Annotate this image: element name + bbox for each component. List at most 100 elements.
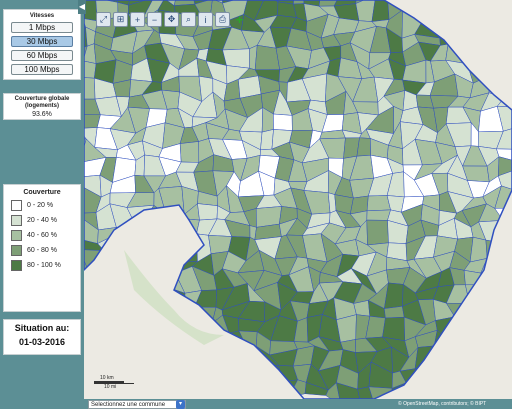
commune-polygon[interactable] [160,332,179,359]
commune-polygon[interactable] [467,349,489,370]
commune-polygon[interactable] [134,235,148,258]
commune-polygon[interactable] [454,0,468,20]
commune-polygon[interactable] [413,0,438,17]
commune-polygon[interactable] [232,345,251,372]
commune-polygon[interactable] [141,222,160,247]
commune-polygon[interactable] [500,251,511,274]
commune-polygon[interactable] [189,362,217,391]
commune-polygon[interactable] [493,13,512,38]
commune-polygon[interactable] [430,380,457,399]
commune-polygon[interactable] [128,348,148,375]
speed-option-button[interactable]: 30 Mbps [11,36,73,47]
commune-polygon[interactable] [486,13,497,34]
commune-polygon[interactable] [433,345,455,369]
commune-polygon[interactable] [161,377,181,399]
map-canvas[interactable] [84,0,512,399]
commune-polygon[interactable] [110,234,137,258]
commune-polygon[interactable] [480,272,502,290]
commune-polygon[interactable] [484,0,499,19]
commune-polygon[interactable] [274,379,299,399]
commune-polygon[interactable] [254,381,283,399]
commune-polygon[interactable] [84,60,97,79]
commune-polygon[interactable] [196,347,216,372]
commune-polygon[interactable] [84,281,89,311]
commune-polygon[interactable] [498,386,512,396]
commune-polygon[interactable] [206,366,235,391]
commune-polygon[interactable] [84,249,105,275]
commune-polygon[interactable] [405,382,423,399]
commune-polygon[interactable] [94,346,120,371]
commune-polygon[interactable] [84,76,96,100]
commune-polygon[interactable] [462,0,489,19]
speed-option-button[interactable]: 60 Mbps [11,50,73,61]
commune-polygon[interactable] [110,305,132,326]
commune-polygon[interactable] [481,31,504,54]
commune-polygon[interactable] [461,366,482,389]
search-icon[interactable]: ⌕ [181,12,196,27]
commune-polygon[interactable] [132,330,151,352]
commune-polygon[interactable] [446,336,472,357]
commune-polygon[interactable] [429,361,457,389]
commune-polygon[interactable] [494,334,512,357]
commune-polygon[interactable] [447,27,466,46]
commune-polygon[interactable] [494,354,512,370]
commune-polygon[interactable] [146,332,169,352]
zoom-in-icon[interactable]: + [130,12,145,27]
commune-polygon[interactable] [243,383,261,399]
commune-polygon[interactable] [84,268,91,293]
commune-polygon[interactable] [420,387,433,399]
zoom-extent-icon[interactable]: ⤢ [96,12,111,27]
commune-polygon[interactable] [167,365,182,384]
commune-polygon[interactable] [158,217,181,244]
commune-polygon[interactable] [84,351,88,371]
commune-polygon[interactable] [114,346,134,375]
add-icon[interactable]: + [232,12,247,27]
commune-polygon[interactable] [501,219,512,244]
zoom-box-icon[interactable]: ⊞ [113,12,128,27]
commune-polygon[interactable] [366,209,391,221]
commune-polygon[interactable] [478,317,500,340]
commune-polygon[interactable] [130,317,151,340]
commune-polygon[interactable] [273,113,293,131]
commune-polygon[interactable] [84,305,88,326]
info-icon[interactable]: i [198,12,213,27]
print-icon[interactable]: ⎙ [215,12,230,27]
commune-select[interactable]: Selectionnez une commune ▾ [88,400,186,409]
commune-polygon[interactable] [100,305,114,327]
commune-polygon[interactable] [461,27,487,54]
commune-polygon[interactable] [414,367,443,390]
commune-polygon[interactable] [498,316,512,343]
commune-polygon[interactable] [469,236,488,263]
commune-polygon[interactable] [384,306,405,319]
commune-polygon[interactable] [87,305,104,327]
commune-polygon[interactable] [145,317,169,340]
commune-polygon[interactable] [143,382,169,399]
commune-polygon[interactable] [493,286,512,303]
commune-polygon[interactable] [136,222,148,247]
commune-polygon[interactable] [462,0,489,7]
commune-polygon[interactable] [493,41,512,62]
coverage-map[interactable] [84,0,512,399]
commune-polygon[interactable] [259,364,283,385]
commune-polygon[interactable] [84,317,104,341]
commune-polygon[interactable] [197,203,218,221]
commune-polygon[interactable] [180,362,200,379]
commune-polygon[interactable] [452,361,468,389]
commune-polygon[interactable] [146,243,160,256]
commune-polygon[interactable] [483,61,498,79]
commune-polygon[interactable] [100,282,117,310]
commune-polygon[interactable] [173,377,202,399]
commune-polygon[interactable] [452,351,469,371]
commune-polygon[interactable] [260,129,274,151]
commune-polygon[interactable] [189,377,218,399]
commune-polygon[interactable] [468,299,486,320]
commune-polygon[interactable] [499,298,512,318]
commune-polygon[interactable] [160,350,182,372]
commune-polygon[interactable] [94,334,122,348]
commune-polygon[interactable] [451,14,468,29]
commune-polygon[interactable] [495,361,512,390]
commune-polygon[interactable] [84,332,88,359]
commune-polygon[interactable] [482,284,504,301]
commune-polygon[interactable] [180,233,198,263]
commune-polygon[interactable] [94,317,122,337]
